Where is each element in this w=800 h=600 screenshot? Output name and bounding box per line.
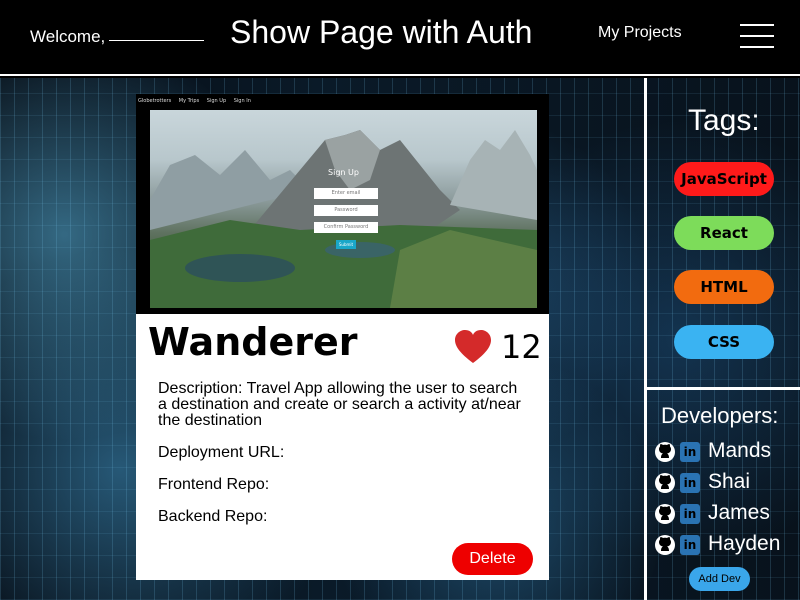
- confirm-password-field: Confirm Password: [314, 222, 378, 233]
- linkedin-icon[interactable]: in: [680, 442, 700, 462]
- submit-button: Submit: [336, 240, 356, 249]
- developer-name: Shai: [708, 470, 751, 493]
- developer-name: Hayden: [708, 532, 781, 555]
- like-count: 12: [501, 328, 542, 366]
- my-projects-link[interactable]: My Projects: [598, 24, 682, 42]
- delete-button[interactable]: Delete: [452, 543, 533, 575]
- welcome-text: Welcome,: [30, 27, 205, 47]
- project-title: Wanderer: [148, 320, 358, 364]
- username-blank: [109, 40, 205, 41]
- vertical-divider: [644, 78, 647, 600]
- page-title: Show Page with Auth: [230, 14, 533, 50]
- preview-navbar: Globetrotters My Trips Sign Up Sign In: [138, 98, 257, 104]
- frontend-repo-label: Frontend Repo:: [158, 476, 270, 493]
- tag-css[interactable]: CSS: [674, 325, 774, 359]
- preview-nav-item: Sign In: [233, 98, 251, 104]
- preview-brand: Globetrotters: [138, 98, 172, 104]
- password-field: Password: [314, 205, 378, 216]
- backend-repo-label: Backend Repo:: [158, 508, 268, 525]
- developers-heading: Developers:: [661, 403, 779, 428]
- github-icon[interactable]: [654, 534, 676, 556]
- developer-name: James: [708, 501, 770, 524]
- project-screenshot: Globetrotters My Trips Sign Up Sign In S…: [136, 94, 549, 314]
- tag-javascript[interactable]: JavaScript: [674, 162, 774, 196]
- email-field: Enter email: [314, 188, 378, 199]
- header: Welcome, Show Page with Auth My Projects: [0, 0, 800, 76]
- tag-react[interactable]: React: [674, 216, 774, 250]
- deployment-url-label: Deployment URL:: [158, 444, 285, 461]
- project-card: Wanderer 12 Description: Travel App allo…: [136, 314, 549, 580]
- tag-html[interactable]: HTML: [674, 270, 774, 304]
- linkedin-icon[interactable]: in: [680, 473, 700, 493]
- preview-nav-item: Sign Up: [206, 98, 227, 104]
- github-icon[interactable]: [654, 441, 676, 463]
- developer-name: Mands: [708, 439, 772, 462]
- heart-icon[interactable]: [454, 330, 492, 364]
- add-dev-button[interactable]: Add Dev: [689, 567, 750, 591]
- github-icon[interactable]: [654, 503, 676, 525]
- welcome-label: Welcome,: [30, 27, 106, 46]
- horizontal-divider: [647, 387, 800, 390]
- project-description: Description: Travel App allowing the use…: [158, 380, 521, 429]
- signup-form-title: Sign Up: [328, 168, 359, 177]
- hamburger-menu-icon[interactable]: [740, 24, 774, 48]
- mountain-landscape-image: Sign Up Enter email Password Confirm Pas…: [150, 110, 537, 308]
- tags-heading: Tags:: [688, 104, 760, 137]
- preview-nav-item: My Trips: [178, 98, 200, 104]
- linkedin-icon[interactable]: in: [680, 504, 700, 524]
- github-icon[interactable]: [654, 472, 676, 494]
- linkedin-icon[interactable]: in: [680, 535, 700, 555]
